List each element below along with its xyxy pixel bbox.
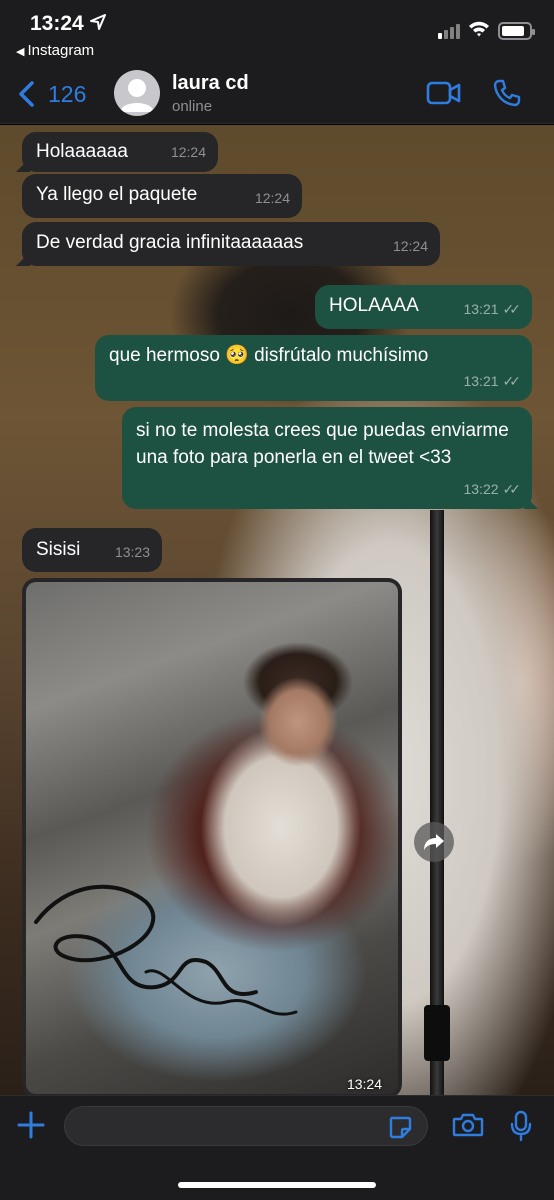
- photo-message[interactable]: 13:24: [22, 578, 402, 1095]
- message-time: 13:21: [463, 301, 499, 317]
- message-time: 13:21: [463, 373, 499, 389]
- location-arrow-icon: [90, 14, 106, 35]
- wallpaper-mic-clamp: [424, 1005, 450, 1061]
- sticker-button[interactable]: [388, 1115, 412, 1144]
- read-ticks-icon: ✓✓: [502, 301, 522, 317]
- message-bubble[interactable]: Holaaaaaa 12:24: [16, 132, 218, 172]
- status-time: 13:24: [30, 12, 84, 35]
- message-text: si no te molesta crees que puedas enviar…: [136, 420, 509, 468]
- message-text: De verdad gracia infinitaaaaaas: [36, 232, 304, 253]
- home-indicator: [178, 1182, 376, 1188]
- message-bubble[interactable]: HOLAAAA 13:21 ✓✓: [315, 285, 532, 329]
- cellular-signal-icon: [438, 24, 460, 39]
- message-text: que hermoso 🥺 disfrútalo muchísimo: [109, 345, 429, 366]
- contact-avatar[interactable]: [114, 70, 160, 116]
- read-ticks-icon: ✓✓: [502, 373, 522, 389]
- contact-status: online: [172, 98, 213, 115]
- back-triangle-icon: ◀: [16, 46, 25, 58]
- message-bubble[interactable]: Sisisi 13:23: [22, 528, 162, 572]
- back-app-label: Instagram: [27, 42, 95, 59]
- message-bubble[interactable]: Ya llego el paquete 12:24: [22, 174, 302, 218]
- read-ticks-icon: ✓✓: [502, 481, 522, 497]
- forward-arrow-icon: [424, 834, 444, 850]
- input-bar: [0, 1095, 554, 1200]
- back-chevron-icon[interactable]: [16, 80, 36, 113]
- message-bubble[interactable]: si no te molesta crees que puedas enviar…: [122, 407, 538, 509]
- message-time: 13:23: [114, 544, 150, 560]
- chat-area[interactable]: Holaaaaaa 12:24 Ya llego el paquete 12:2…: [0, 125, 554, 1095]
- video-call-button[interactable]: [426, 80, 462, 111]
- message-text: Ya llego el paquete: [36, 184, 198, 205]
- message-time: 12:24: [170, 144, 206, 160]
- message-input[interactable]: [64, 1106, 428, 1146]
- attach-plus-button[interactable]: [16, 1110, 46, 1145]
- voice-call-button[interactable]: [492, 78, 522, 113]
- forward-button[interactable]: [414, 822, 454, 862]
- signature-graphic: [34, 884, 298, 1016]
- message-bubble[interactable]: que hermoso 🥺 disfrútalo muchísimo 13:21…: [95, 335, 532, 401]
- camera-button[interactable]: [452, 1112, 484, 1143]
- photo-time: 13:24: [346, 1076, 382, 1092]
- message-time: 12:24: [392, 238, 428, 254]
- battery-icon: [498, 22, 535, 40]
- message-time: 13:22: [463, 481, 499, 497]
- wifi-icon: [468, 20, 490, 43]
- back-to-app-link[interactable]: ◀ Instagram: [16, 42, 94, 59]
- voice-message-button[interactable]: [510, 1110, 532, 1147]
- status-bar: 13:24 ◀ Instagram: [0, 0, 554, 66]
- photo-image[interactable]: 13:24: [26, 582, 398, 1094]
- unread-count[interactable]: 126: [48, 81, 86, 108]
- contact-name[interactable]: laura cd: [172, 72, 249, 95]
- chat-header: 126 laura cd online: [0, 66, 554, 124]
- message-bubble[interactable]: De verdad gracia infinitaaaaaas 12:24: [16, 222, 440, 266]
- message-time: 12:24: [254, 190, 290, 206]
